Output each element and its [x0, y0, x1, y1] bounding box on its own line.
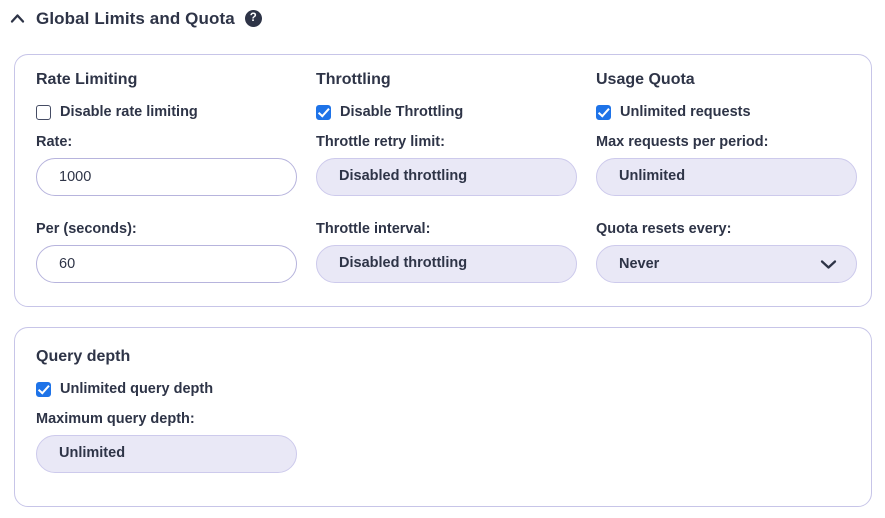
column-usage-quota: Usage Quota Unlimited requests Max reque…: [596, 71, 857, 283]
throttle-interval-label: Throttle interval:: [316, 221, 577, 237]
per-seconds-input[interactable]: [36, 245, 297, 283]
throttling-heading: Throttling: [316, 71, 577, 89]
max-query-depth-label: Maximum query depth:: [36, 411, 297, 427]
quota-resets-select[interactable]: Never: [596, 245, 857, 283]
column-rate-limiting: Rate Limiting Disable rate limiting Rate…: [36, 71, 297, 283]
unlimited-query-depth-checkbox[interactable]: [36, 382, 51, 397]
page-title: Global Limits and Quota: [36, 9, 235, 29]
disable-throttling-label: Disable Throttling: [340, 104, 463, 120]
chevron-up-icon[interactable]: [10, 13, 25, 24]
help-icon[interactable]: ?: [245, 10, 262, 27]
max-requests-input: Unlimited: [596, 158, 857, 196]
unlimited-requests-checkbox[interactable]: [596, 105, 611, 120]
column-throttling: Throttling Disable Throttling Throttle r…: [316, 71, 577, 283]
rate-input[interactable]: [36, 158, 297, 196]
disable-throttling-checkbox[interactable]: [316, 105, 331, 120]
quota-resets-value: Never: [619, 256, 659, 272]
per-seconds-label: Per (seconds):: [36, 221, 297, 237]
usage-quota-heading: Usage Quota: [596, 71, 857, 89]
unlimited-query-depth-label: Unlimited query depth: [60, 381, 213, 397]
throttle-retry-limit-input: Disabled throttling: [316, 158, 577, 196]
quota-resets-label: Quota resets every:: [596, 221, 857, 237]
disable-rate-limiting-checkbox[interactable]: [36, 105, 51, 120]
query-depth-card: Query depth Unlimited query depth Maximu…: [14, 327, 872, 507]
max-query-depth-input: Unlimited: [36, 435, 297, 473]
throttle-retry-limit-label: Throttle retry limit:: [316, 134, 577, 150]
column-query-depth: Query depth Unlimited query depth Maximu…: [36, 348, 297, 473]
unlimited-requests-label: Unlimited requests: [620, 104, 751, 120]
disable-rate-limiting-label: Disable rate limiting: [60, 104, 198, 120]
chevron-down-icon: [820, 259, 837, 270]
rate-limiting-heading: Rate Limiting: [36, 71, 297, 89]
rate-label: Rate:: [36, 134, 297, 150]
query-depth-heading: Query depth: [36, 348, 297, 366]
limits-card: Rate Limiting Disable rate limiting Rate…: [14, 54, 872, 307]
throttle-interval-input: Disabled throttling: [316, 245, 577, 283]
section-header: Global Limits and Quota ?: [0, 0, 885, 28]
max-requests-label: Max requests per period:: [596, 134, 857, 150]
